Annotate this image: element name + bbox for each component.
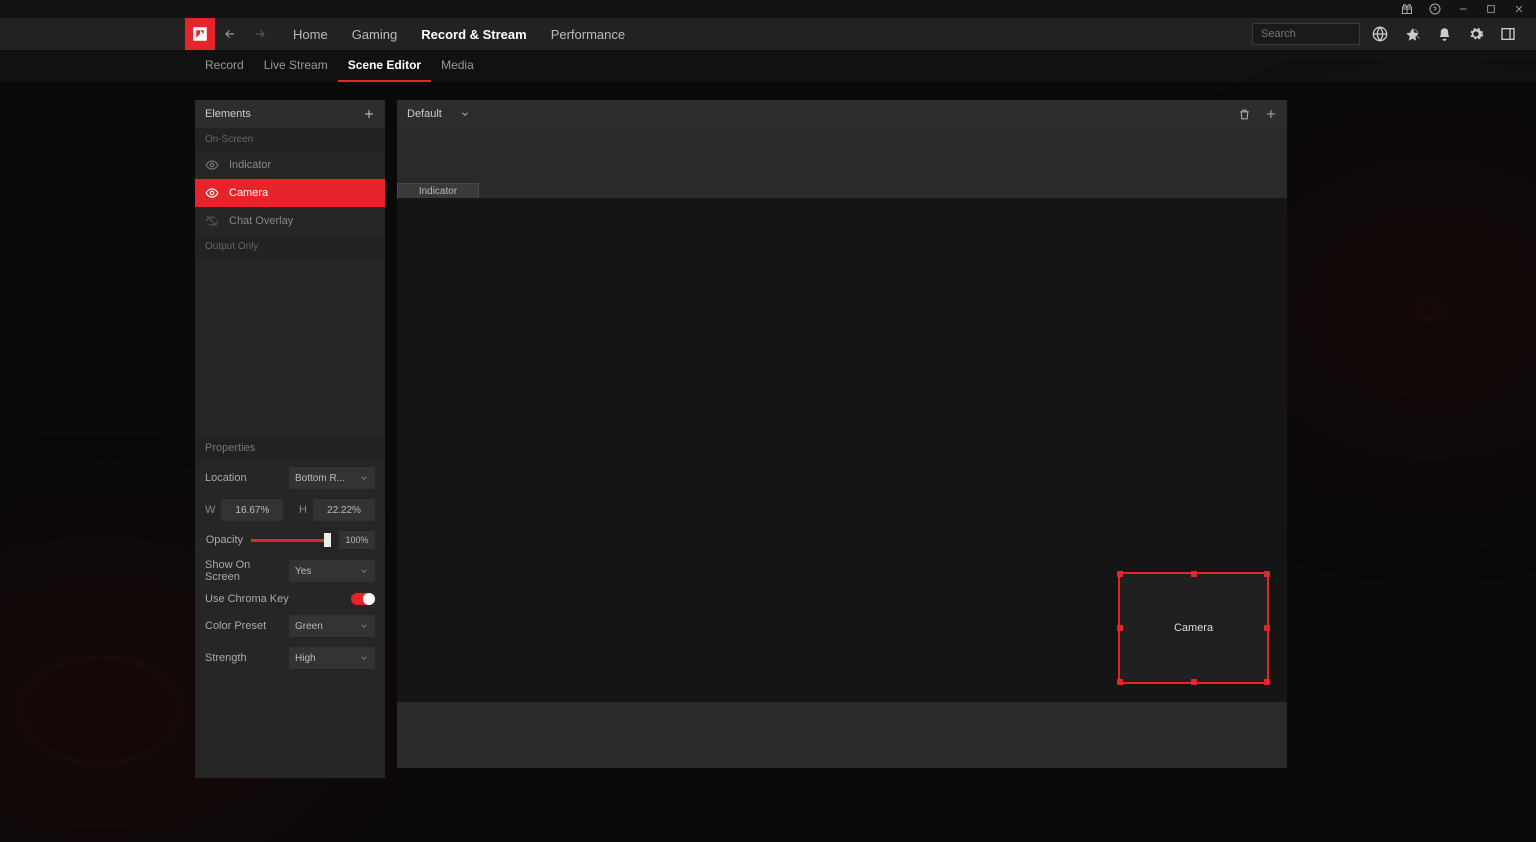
width-label: W <box>205 504 215 516</box>
minimize-icon[interactable] <box>1456 2 1470 16</box>
strength-label: Strength <box>205 652 281 664</box>
properties-title: Properties <box>195 434 385 462</box>
scene-toolbar: Default <box>397 100 1287 128</box>
chevron-down-icon <box>359 621 369 631</box>
element-label: Chat Overlay <box>229 215 293 227</box>
scene-canvas[interactable]: Camera <box>397 198 1287 702</box>
element-item-chat-overlay[interactable]: Chat Overlay <box>195 207 385 235</box>
subtab-scene-editor[interactable]: Scene Editor <box>338 50 431 82</box>
bell-icon[interactable] <box>1436 26 1452 42</box>
properties-panel: Properties Location Bottom R... W H Opac… <box>195 434 385 778</box>
show-on-screen-label: Show On Screen <box>205 559 281 583</box>
section-output-only: Output Only <box>195 235 385 258</box>
camera-overlay-box[interactable]: Camera <box>1118 572 1269 684</box>
add-scene-button[interactable] <box>1265 108 1277 120</box>
show-on-screen-select[interactable]: Yes <box>289 560 375 582</box>
chevron-down-icon <box>359 653 369 663</box>
section-onscreen: On-Screen <box>195 128 385 151</box>
nav-tab-performance[interactable]: Performance <box>539 18 637 50</box>
subtab-live-stream[interactable]: Live Stream <box>254 50 338 82</box>
back-button[interactable] <box>215 18 245 50</box>
indicator-tab[interactable]: Indicator <box>397 183 479 199</box>
subtab-media[interactable]: Media <box>431 50 484 82</box>
scene-selector[interactable]: Default <box>407 108 470 120</box>
gear-icon[interactable] <box>1468 26 1484 42</box>
resize-handle[interactable] <box>1191 679 1197 685</box>
opacity-value: 100% <box>339 531 375 549</box>
color-preset-label: Color Preset <box>205 620 281 632</box>
nav-tab-gaming[interactable]: Gaming <box>340 18 410 50</box>
web-icon[interactable] <box>1372 26 1388 42</box>
star-icon[interactable] <box>1404 26 1420 42</box>
nav-tab-record-stream[interactable]: Record & Stream <box>409 18 538 50</box>
camera-overlay-label: Camera <box>1174 622 1213 634</box>
top-nav: Home Gaming Record & Stream Performance <box>0 18 1536 50</box>
element-label: Indicator <box>229 159 271 171</box>
system-titlebar <box>0 0 1536 18</box>
element-label: Camera <box>229 187 268 199</box>
opacity-slider[interactable] <box>251 533 331 547</box>
close-icon[interactable] <box>1512 2 1526 16</box>
subtab-record[interactable]: Record <box>195 50 254 82</box>
forward-button[interactable] <box>245 18 275 50</box>
height-label: H <box>299 504 307 516</box>
search-box[interactable] <box>1252 23 1360 45</box>
chevron-down-icon <box>460 109 470 119</box>
elements-panel: Elements On-Screen Indicator C <box>195 100 385 434</box>
eye-icon[interactable] <box>205 158 219 172</box>
help-icon[interactable] <box>1428 2 1442 16</box>
chroma-key-label: Use Chroma Key <box>205 593 343 605</box>
resize-handle[interactable] <box>1117 571 1123 577</box>
resize-handle[interactable] <box>1264 679 1270 685</box>
resize-handle[interactable] <box>1264 625 1270 631</box>
scene-timeline <box>397 702 1287 768</box>
add-element-button[interactable] <box>363 108 375 120</box>
sub-nav: Record Live Stream Scene Editor Media <box>0 50 1536 82</box>
height-input[interactable] <box>313 499 375 521</box>
maximize-icon[interactable] <box>1484 2 1498 16</box>
element-item-indicator[interactable]: Indicator <box>195 151 385 179</box>
strength-select[interactable]: High <box>289 647 375 669</box>
resize-handle[interactable] <box>1117 679 1123 685</box>
eye-off-icon[interactable] <box>205 214 219 228</box>
location-select[interactable]: Bottom R... <box>289 467 375 489</box>
element-item-camera[interactable]: Camera <box>195 179 385 207</box>
nav-tab-home[interactable]: Home <box>281 18 340 50</box>
location-label: Location <box>205 472 281 484</box>
color-preset-select[interactable]: Green <box>289 615 375 637</box>
chroma-key-toggle[interactable] <box>351 593 375 605</box>
sidebar-toggle-icon[interactable] <box>1500 26 1516 42</box>
width-input[interactable] <box>221 499 283 521</box>
slider-thumb[interactable] <box>324 533 331 547</box>
resize-handle[interactable] <box>1191 571 1197 577</box>
delete-scene-button[interactable] <box>1238 108 1251 121</box>
chevron-down-icon <box>359 566 369 576</box>
resize-handle[interactable] <box>1264 571 1270 577</box>
scene-tabstrip: Indicator <box>397 128 1287 198</box>
eye-icon[interactable] <box>205 186 219 200</box>
chevron-down-icon <box>359 473 369 483</box>
opacity-label: Opacity <box>205 534 243 546</box>
resize-handle[interactable] <box>1117 625 1123 631</box>
amd-logo[interactable] <box>185 18 215 50</box>
gift-icon[interactable] <box>1400 2 1414 16</box>
elements-title: Elements <box>205 108 251 120</box>
